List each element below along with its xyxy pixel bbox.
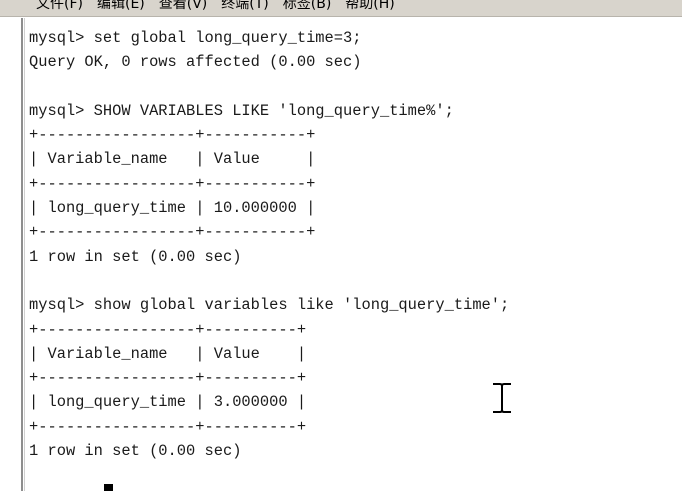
terminal-output[interactable]: mysql> set global long_query_time=3; Quer… [29,26,509,463]
terminal-left-border [21,18,23,491]
terminal-line: +-----------------+----------+ [29,320,307,339]
terminal-left-border-inner [24,18,25,491]
menu-tabs[interactable]: 标签(B) [283,0,332,11]
terminal-line: mysql> set global long_query_time=3; [29,29,362,47]
terminal-line: +-----------------+----------+ [29,417,307,436]
menu-view[interactable]: 查看(V) [159,0,208,11]
terminal-line: +-----------------+-----------+ [29,126,316,145]
terminal-window: 文件(F) 编辑(E) 查看(V) 终端(T) 标签(B) 帮助(H) mysq… [0,0,682,491]
menu-file[interactable]: 文件(F) [36,0,83,11]
terminal-line: Query OK, 0 rows affected (0.00 sec) [29,53,362,72]
terminal-line: mysql> show global variables like 'long_… [29,296,510,315]
block-cursor [104,484,113,491]
menu-help[interactable]: 帮助(H) [345,0,394,11]
terminal-line: mysql> SHOW VARIABLES LIKE 'long_query_t… [29,101,454,120]
menu-bar: 文件(F) 编辑(E) 查看(V) 终端(T) 标签(B) 帮助(H) [0,0,682,17]
terminal-line: 1 row in set (0.00 sec) [29,442,242,461]
terminal-line: +-----------------+----------+ [29,369,307,388]
menu-terminal[interactable]: 终端(T) [221,0,268,11]
terminal-line: 1 row in set (0.00 sec) [29,247,242,266]
terminal-line: | long_query_time | 10.000000 | [29,199,316,218]
terminal-line: | long_query_time | 3.000000 | [29,393,307,412]
terminal-line: | Variable_name | Value | [29,150,316,169]
i-beam-cursor-icon [491,382,513,414]
terminal-line: +-----------------+-----------+ [29,174,316,193]
menu-edit[interactable]: 编辑(E) [97,0,145,11]
terminal-line: | Variable_name | Value | [29,344,307,363]
terminal-line: +-----------------+-----------+ [29,223,316,242]
